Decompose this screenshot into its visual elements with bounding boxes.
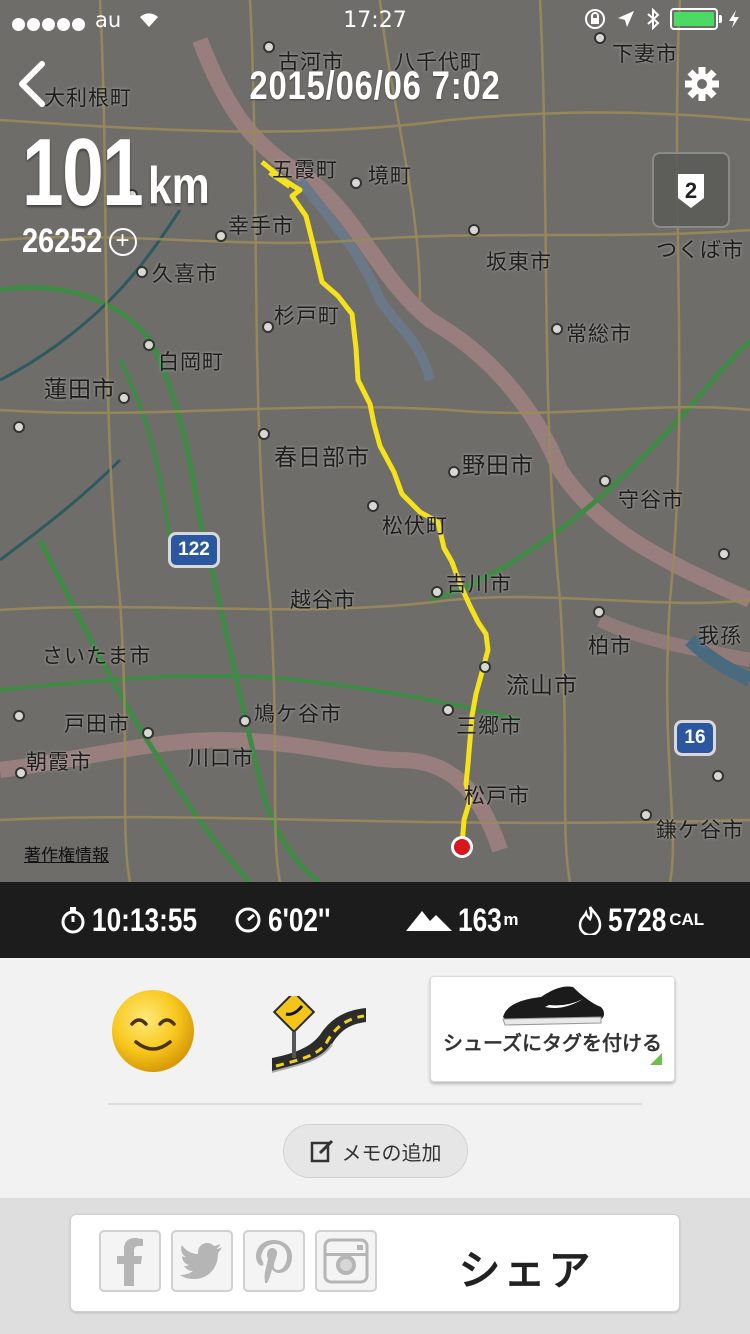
speedometer-icon xyxy=(235,907,261,933)
charging-icon xyxy=(729,10,739,28)
plus-circle-icon: + xyxy=(108,227,137,256)
twitter-icon xyxy=(180,1243,222,1279)
instagram-toggle[interactable] xyxy=(315,1230,377,1292)
place-label: 幸手市 xyxy=(228,214,294,238)
route-shield: 122 xyxy=(168,532,220,568)
rotation-lock-icon xyxy=(585,9,605,29)
shoe-tag-button[interactable]: シューズにタグを付ける xyxy=(430,976,675,1082)
distance-value: 101 xyxy=(22,119,144,226)
stat-elevation: 163 m xyxy=(406,882,519,958)
share-button[interactable]: シェア xyxy=(401,1237,651,1298)
edit-note-icon xyxy=(310,1139,333,1163)
place-label: 蓮田市 xyxy=(44,377,116,403)
battery-icon xyxy=(670,8,722,30)
add-memo-label: メモの追加 xyxy=(341,1140,442,1165)
place-label: 松戸市 xyxy=(464,784,530,808)
place-label: つくば市 xyxy=(656,238,744,262)
place-label: 川口市 xyxy=(188,746,254,770)
twitter-toggle[interactable] xyxy=(171,1230,233,1292)
place-label: 松伏町 xyxy=(382,514,448,538)
distance-unit: km xyxy=(148,157,210,215)
place-label: 野田市 xyxy=(462,453,534,479)
elevation-unit: m xyxy=(503,910,519,929)
nikefuel-value: 26252 xyxy=(22,222,103,260)
share-card[interactable]: シェア xyxy=(70,1214,680,1312)
gear-icon xyxy=(685,67,719,101)
duration-value: 10:13:55 xyxy=(92,901,198,938)
place-label: 越谷市 xyxy=(290,588,356,612)
facebook-toggle[interactable] xyxy=(99,1230,161,1292)
run-tags: シューズにタグを付ける メモの追加 xyxy=(0,958,750,1198)
place-label: 朝霞市 xyxy=(26,750,92,774)
mountain-icon xyxy=(406,911,452,931)
place-label: 境町 xyxy=(368,164,412,188)
place-label: 久喜市 xyxy=(152,262,218,286)
place-label: 鎌ケ谷市 xyxy=(656,818,744,842)
add-memo-button[interactable]: メモの追加 xyxy=(283,1124,468,1178)
road-icon xyxy=(271,990,366,1073)
location-arrow-icon xyxy=(618,11,634,27)
divider xyxy=(108,1103,642,1105)
mood-button[interactable] xyxy=(110,988,196,1074)
shoe-tag-label: シューズにタグを付ける xyxy=(443,1031,662,1055)
stats-bar: 10:13:55 6'02'' 163 m 5728 CAL xyxy=(0,882,750,958)
run-detail-screen: 古河市 八千代町 下妻市 大利根町 五霞町 境町 幸手市 つくば市 久喜市 坂東… xyxy=(0,0,750,1334)
place-label: 杉戸町 xyxy=(274,304,340,328)
place-label: 三郷市 xyxy=(456,714,522,738)
shield-badge-icon: 2 xyxy=(678,174,704,208)
place-label: 流山市 xyxy=(506,673,578,699)
chevron-left-icon xyxy=(19,61,45,107)
place-label: 鳩ケ谷市 xyxy=(254,702,342,726)
pinterest-toggle[interactable] xyxy=(243,1230,305,1292)
stat-calories: 5728 CAL xyxy=(578,882,704,958)
bluetooth-icon xyxy=(647,8,660,30)
elevation-value: 163 xyxy=(458,901,502,938)
corner-triangle-icon xyxy=(650,1053,662,1065)
calories-unit: CAL xyxy=(669,910,705,929)
level-badge-number: 2 xyxy=(685,178,697,203)
place-label: 我孫 xyxy=(698,624,742,648)
place-label: さいたま市 xyxy=(42,644,152,668)
stopwatch-icon xyxy=(61,907,85,934)
calories-value: 5728 xyxy=(608,901,667,938)
place-label: 坂東市 xyxy=(486,250,552,274)
pace-value: 6'02'' xyxy=(268,901,331,938)
smiley-face-icon xyxy=(112,990,194,1072)
status-bar: au 17:27 xyxy=(0,0,750,40)
copyright-link[interactable]: 著作権情報 xyxy=(24,841,109,866)
level-badge[interactable]: 2 xyxy=(652,152,730,228)
share-area: シェア xyxy=(0,1198,750,1334)
place-label: 柏市 xyxy=(588,634,632,658)
route-shield: 16 xyxy=(674,720,716,756)
stat-duration: 10:13:55 xyxy=(60,882,220,958)
instagram-icon xyxy=(323,1238,369,1284)
flame-icon xyxy=(578,906,602,935)
place-label: 春日部市 xyxy=(274,445,370,471)
back-button[interactable] xyxy=(14,58,54,112)
distance: 101 km xyxy=(22,118,210,228)
settings-button[interactable] xyxy=(680,62,724,106)
place-label: 常総市 xyxy=(566,322,632,346)
pinterest-icon xyxy=(256,1240,292,1283)
terrain-button[interactable] xyxy=(262,990,372,1076)
place-label: 戸田市 xyxy=(64,712,130,736)
place-label: 五霞町 xyxy=(272,158,338,182)
place-label: 吉川市 xyxy=(446,572,512,596)
place-label: 白岡町 xyxy=(158,350,224,374)
stat-pace: 6'02'' xyxy=(234,882,344,958)
finish-marker xyxy=(454,839,470,855)
place-label: 守谷市 xyxy=(618,488,684,512)
run-datetime: 2015/06/06 7:02 xyxy=(249,64,501,108)
facebook-icon xyxy=(117,1238,143,1286)
running-shoe-icon xyxy=(502,986,604,1026)
nikefuel[interactable]: 26252 + xyxy=(22,222,137,261)
